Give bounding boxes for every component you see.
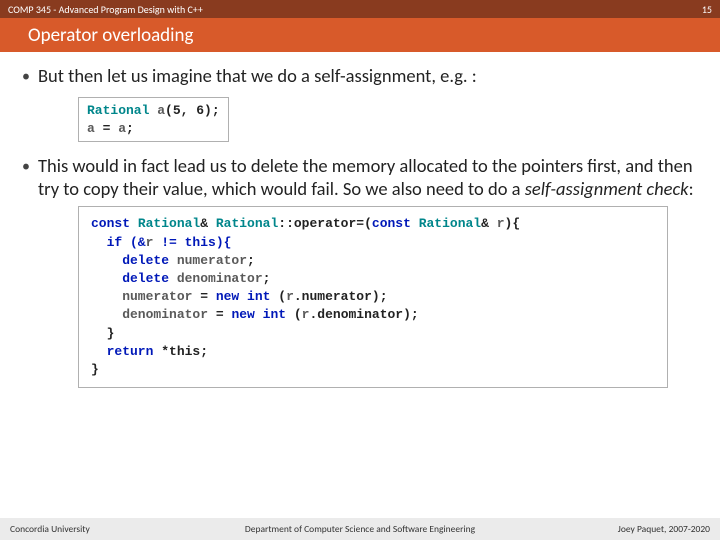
- slide-title-bar: Operator overloading: [0, 18, 720, 52]
- footer-right: Joey Paquet, 2007-2020: [618, 523, 710, 535]
- slide-content: • But then let us imagine that we do a s…: [0, 52, 720, 388]
- slide-title: Operator overloading: [28, 24, 193, 47]
- bullet-1: • But then let us imagine that we do a s…: [22, 64, 698, 87]
- code-snippet-2: const Rational& Rational::operator=(cons…: [78, 206, 668, 388]
- header-bar: COMP 345 - Advanced Program Design with …: [0, 0, 720, 18]
- bullet-2-text: This would in fact lead us to delete the…: [38, 154, 698, 200]
- page-number: 15: [702, 3, 712, 16]
- code-snippet-1: Rational a(5, 6); a = a;: [78, 97, 229, 142]
- bullet-dot-icon: •: [22, 67, 30, 87]
- footer-bar: Concordia University Department of Compu…: [0, 518, 720, 540]
- footer-center: Department of Computer Science and Softw…: [245, 523, 475, 535]
- footer-left: Concordia University: [10, 523, 90, 535]
- bullet-1-text: But then let us imagine that we do a sel…: [38, 64, 698, 87]
- bullet-2: • This would in fact lead us to delete t…: [22, 154, 698, 200]
- course-label: COMP 345 - Advanced Program Design with …: [8, 3, 203, 16]
- bullet-dot-icon: •: [22, 157, 30, 200]
